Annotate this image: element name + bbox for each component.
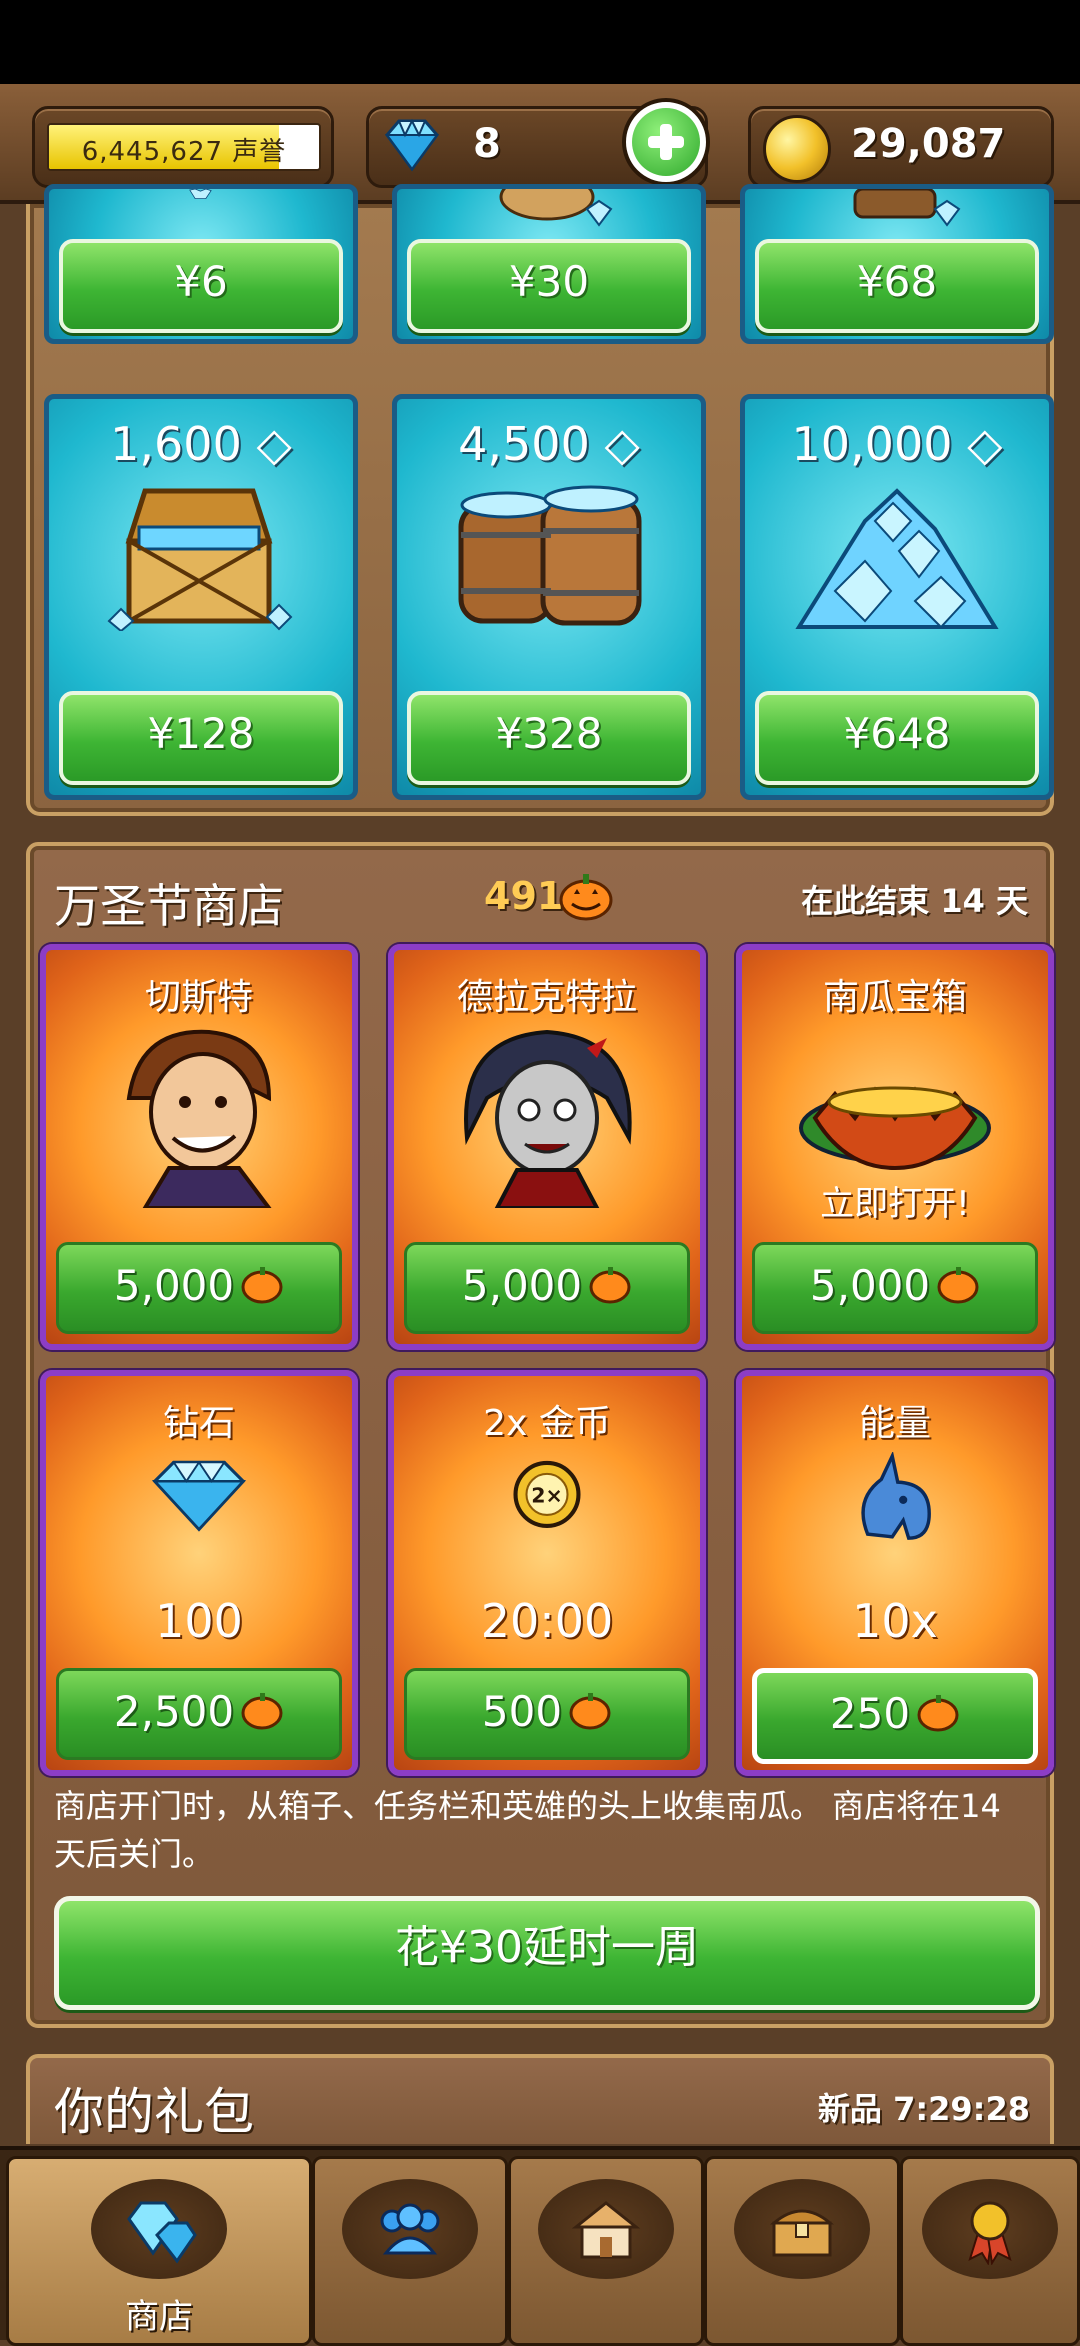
- buy-button[interactable]: ¥6: [59, 239, 343, 333]
- reputation-progress: 6,445,627 声誉: [47, 123, 321, 171]
- buy-with-pumpkins-button[interactable]: 5,000: [56, 1242, 342, 1334]
- halloween-shop-panel: 万圣节商店 491 在此结束 14 天 切斯特 5,000 德拉克特拉 5,00…: [26, 842, 1054, 2028]
- gem-barrel-icon: [853, 189, 961, 227]
- gift-pack-panel: 你的礼包 新品 7:29:28: [26, 2054, 1054, 2144]
- nav-tab-town[interactable]: [508, 2156, 704, 2346]
- nav-tab-label: 商店: [125, 2297, 193, 2337]
- treasure-chest-icon: [107, 488, 293, 631]
- buy-with-pumpkins-button[interactable]: 5,000: [752, 1242, 1038, 1334]
- hero-chester-portrait: [126, 1029, 272, 1208]
- bottom-navigation: 商店: [0, 2146, 1080, 2346]
- buy-button[interactable]: ¥128: [59, 691, 343, 785]
- gem-icon: [385, 118, 439, 172]
- diamond-icon: [151, 1460, 247, 1532]
- buy-with-pumpkins-button[interactable]: 2,500: [56, 1668, 342, 1760]
- nav-tab-shop[interactable]: 商店: [6, 2156, 312, 2346]
- halloween-item-card[interactable]: 德拉克特拉 5,000: [388, 944, 706, 1350]
- gift-pack-title: 你的礼包: [54, 2083, 254, 2141]
- gem-pile-icon: [189, 189, 212, 199]
- extend-week-button[interactable]: 花¥30延时一周: [54, 1896, 1040, 2010]
- gem-pack-amount: 10,000 ◇: [791, 417, 1003, 471]
- gems-icon: [127, 2201, 197, 2264]
- heroes-icon: [380, 2203, 440, 2255]
- nav-tab-inventory[interactable]: [704, 2156, 900, 2346]
- medal-icon: [968, 2201, 1012, 2265]
- town-icon: [571, 2201, 641, 2259]
- buy-button[interactable]: ¥648: [755, 691, 1039, 785]
- pumpkin-icon: [569, 1693, 611, 1730]
- pumpkin-icon: [241, 1693, 283, 1730]
- buy-with-pumpkins-button[interactable]: 500: [404, 1668, 690, 1760]
- item-name: 能量: [858, 1403, 931, 1444]
- halloween-item-card[interactable]: 南瓜宝箱 立即打开! 5,000: [736, 944, 1054, 1350]
- gem-pack-amount: 1,600 ◇: [110, 417, 292, 471]
- gem-pack-card[interactable]: ¥68: [740, 184, 1054, 344]
- chest-icon: [769, 2209, 835, 2257]
- halloween-item-card[interactable]: 能量 10x 250: [736, 1370, 1054, 1776]
- item-name: 南瓜宝箱: [822, 977, 967, 1018]
- coins-value: 29,087: [851, 121, 1006, 167]
- hero-dracula-portrait: [464, 1029, 632, 1208]
- halloween-description: 商店开门时，从箱子、任务栏和英雄的头上收集南瓜。 商店将在14 天后关门。: [54, 1787, 1001, 1873]
- item-amount: 100: [155, 1594, 243, 1648]
- item-duration: 20:00: [480, 1594, 614, 1648]
- unicorn-energy-icon: [861, 1452, 931, 1540]
- gem-shop-panel: ¥6 ¥30 ¥68 1,600 ◇ ¥128 4,500 ◇ ¥328 10,…: [26, 184, 1054, 816]
- item-amount: 10x: [852, 1594, 938, 1648]
- nav-tab-achievements[interactable]: [900, 2156, 1080, 2346]
- gem-pack-amount: 4,500 ◇: [458, 417, 640, 471]
- buy-with-pumpkins-button[interactable]: 250: [752, 1668, 1038, 1764]
- item-name: 钻石: [162, 1403, 235, 1444]
- gem-barrels-icon: [458, 485, 642, 626]
- coins-counter[interactable]: 29,087: [748, 106, 1054, 188]
- gems-value: 8: [473, 121, 501, 167]
- double-coin-icon: 2×: [513, 1460, 581, 1528]
- gem-pack-card[interactable]: ¥30: [392, 184, 706, 344]
- pumpkin-icon: [241, 1267, 283, 1304]
- item-name: 德拉克特拉: [456, 977, 637, 1018]
- halloween-item-card[interactable]: 2x 金币 2× 20:00 500: [388, 1370, 706, 1776]
- buy-button[interactable]: ¥68: [755, 239, 1039, 333]
- gem-pack-card[interactable]: 4,500 ◇ ¥328: [392, 394, 706, 800]
- buy-with-pumpkins-button[interactable]: 5,000: [404, 1242, 690, 1334]
- pumpkin-icon: [589, 1267, 631, 1304]
- item-name: 切斯特: [144, 977, 253, 1018]
- gem-mountain-icon: [795, 488, 999, 629]
- gift-pack-timer: 新品 7:29:28: [817, 2090, 1030, 2128]
- buy-button[interactable]: ¥328: [407, 691, 691, 785]
- gem-pack-card[interactable]: 1,600 ◇ ¥128: [44, 394, 358, 800]
- plus-icon: [632, 108, 700, 176]
- gem-bag-icon: [499, 189, 613, 227]
- halloween-item-card[interactable]: 钻石 100 2,500: [40, 1370, 358, 1776]
- gem-pack-card[interactable]: ¥6: [44, 184, 358, 344]
- reputation-meter[interactable]: 6,445,627 声誉: [32, 106, 334, 188]
- halloween-ends-timer: 在此结束 14 天: [801, 882, 1028, 920]
- halloween-shop-title: 万圣节商店: [54, 879, 284, 933]
- item-name: 2x 金币: [483, 1403, 611, 1444]
- pumpkin-icon: [937, 1267, 979, 1304]
- pumpkin-icon: [917, 1695, 959, 1732]
- item-subtitle: 立即打开!: [820, 1184, 970, 1224]
- reputation-value: 6,445,627 声誉: [81, 137, 287, 167]
- nav-tab-heroes[interactable]: [312, 2156, 508, 2346]
- gem-pack-card[interactable]: 10,000 ◇ ¥648: [740, 394, 1054, 800]
- coin-icon: [763, 115, 831, 183]
- status-bar: [0, 0, 1080, 84]
- pumpkin-icon: [559, 874, 613, 921]
- add-gems-button[interactable]: [622, 98, 710, 186]
- buy-button[interactable]: ¥30: [407, 239, 691, 333]
- svg-text:2×: 2×: [531, 1484, 562, 1508]
- pumpkin-count: 491: [484, 874, 564, 918]
- halloween-item-card[interactable]: 切斯特 5,000: [40, 944, 358, 1350]
